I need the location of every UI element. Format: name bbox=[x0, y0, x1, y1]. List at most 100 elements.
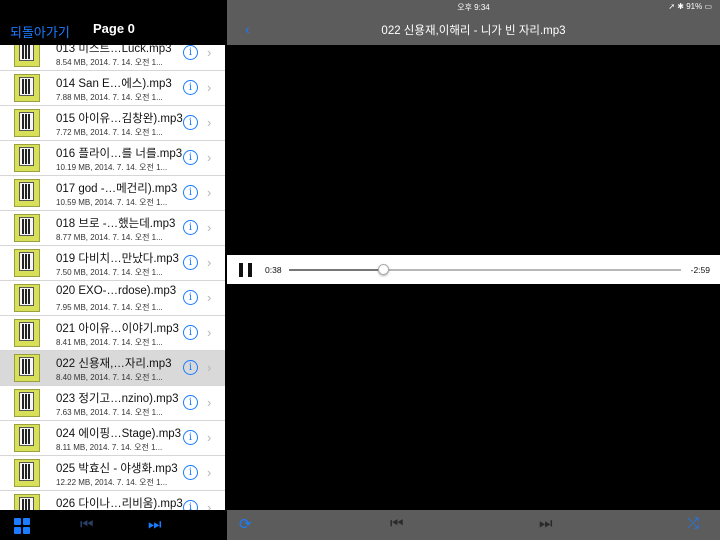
battery-percent: 91% bbox=[686, 2, 703, 11]
info-icon[interactable]: i bbox=[183, 465, 198, 480]
file-browser-pane: 013 미스트…Luck.mp3 8.54 MB, 2014. 7. 14. 오전… bbox=[0, 0, 225, 540]
chevron-right-icon: › bbox=[207, 220, 212, 235]
pause-icon[interactable] bbox=[239, 263, 253, 277]
elapsed-time: 0:38 bbox=[265, 265, 282, 275]
page-title: Page 0 bbox=[93, 21, 135, 36]
file-meta: 12.22 MB, 2014. 7. 14. 오전 1... bbox=[56, 478, 168, 487]
status-battery: ➚ ✱ 91% ▭ bbox=[668, 2, 712, 11]
audio-file-icon bbox=[14, 144, 40, 172]
info-icon[interactable]: i bbox=[183, 360, 198, 375]
file-name: 016 플라이…를 너를.mp3 bbox=[56, 148, 183, 160]
chevron-right-icon: › bbox=[207, 430, 212, 445]
file-row[interactable]: 016 플라이…를 너를.mp3 10.19 MB, 2014. 7. 14. 오… bbox=[0, 141, 225, 176]
audio-file-icon bbox=[14, 354, 40, 382]
file-meta: 8.54 MB, 2014. 7. 14. 오전 1... bbox=[56, 58, 163, 67]
info-icon[interactable]: i bbox=[183, 395, 198, 410]
audio-file-icon bbox=[14, 319, 40, 347]
progress-fill bbox=[289, 269, 384, 271]
status-time: 오후 9:34 bbox=[457, 3, 490, 12]
file-name: 020 EXO-…rdose).mp3 bbox=[56, 285, 177, 297]
file-name: 021 아이유…이야기.mp3 bbox=[56, 323, 179, 335]
file-row[interactable]: 021 아이유…이야기.mp3 8.41 MB, 2014. 7. 14. 오전 … bbox=[0, 316, 225, 351]
previous-track-icon[interactable]: ⏮ bbox=[80, 516, 94, 533]
file-name: 019 다비치…만났다.mp3 bbox=[56, 253, 179, 265]
status-bar: 오후 9:34 ➚ ✱ 91% ▭ bbox=[227, 0, 720, 14]
file-name: 024 에이핑…Stage).mp3 bbox=[56, 428, 182, 440]
chevron-right-icon: › bbox=[207, 115, 212, 130]
next-track-icon[interactable]: ⏭ bbox=[539, 515, 553, 532]
info-icon[interactable]: i bbox=[183, 255, 198, 270]
file-name: 015 아이유…김창완).mp3 bbox=[56, 113, 183, 125]
audio-file-icon bbox=[14, 214, 40, 242]
chevron-right-icon: › bbox=[207, 45, 212, 60]
file-row[interactable]: 018 브로 -…했는데.mp3 8.77 MB, 2014. 7. 14. 오전… bbox=[0, 211, 225, 246]
chevron-right-icon: › bbox=[207, 185, 212, 200]
file-row[interactable]: 025 박효신 - 야생화.mp3 12.22 MB, 2014. 7. 14. … bbox=[0, 456, 225, 491]
info-icon[interactable]: i bbox=[183, 430, 198, 445]
audio-file-icon bbox=[14, 74, 40, 102]
repeat-icon[interactable]: ⟳ bbox=[239, 515, 252, 533]
progress-track[interactable] bbox=[289, 264, 681, 275]
file-meta: 7.95 MB, 2014. 7. 14. 오전 1... bbox=[56, 303, 163, 312]
audio-file-icon bbox=[14, 249, 40, 277]
audio-file-icon bbox=[14, 459, 40, 487]
file-browser-toolbar: ⏮ ⏭ bbox=[0, 510, 225, 540]
playback-scrubber: 0:38 -2:59 bbox=[227, 255, 720, 284]
info-icon[interactable]: i bbox=[183, 150, 198, 165]
player-toolbar: ⟳ ⏮ ⏭ ⤮ bbox=[227, 510, 720, 540]
info-icon[interactable]: i bbox=[183, 80, 198, 95]
file-row[interactable]: 022 신용재,…자리.mp3 8.40 MB, 2014. 7. 14. 오전 … bbox=[0, 351, 225, 386]
chevron-right-icon: › bbox=[207, 80, 212, 95]
file-row[interactable]: 024 에이핑…Stage).mp3 8.11 MB, 2014. 7. 14. … bbox=[0, 421, 225, 456]
chevron-right-icon: › bbox=[207, 360, 212, 375]
file-meta: 8.41 MB, 2014. 7. 14. 오전 1... bbox=[56, 338, 163, 347]
file-row[interactable]: 014 San E…에스).mp3 7.88 MB, 2014. 7. 14. 오… bbox=[0, 71, 225, 106]
file-row[interactable]: 015 아이유…김창완).mp3 7.72 MB, 2014. 7. 14. 오전… bbox=[0, 106, 225, 141]
shuffle-icon[interactable]: ⤮ bbox=[687, 515, 699, 532]
player-pane: 오후 9:34 ➚ ✱ 91% ▭ ‹ 022 신용재,이해리 - 니가 빈 자… bbox=[227, 0, 720, 540]
remaining-time: -2:59 bbox=[690, 265, 710, 275]
back-button[interactable]: 되돌아가기 bbox=[10, 22, 70, 41]
file-name: 026 다이나…리비움).mp3 bbox=[56, 498, 183, 510]
file-meta: 10.59 MB, 2014. 7. 14. 오전 1... bbox=[56, 198, 168, 207]
audio-file-icon bbox=[14, 179, 40, 207]
progress-knob[interactable] bbox=[378, 264, 390, 275]
file-meta: 8.11 MB, 2014. 7. 14. 오전 1... bbox=[56, 443, 163, 452]
file-meta: 8.77 MB, 2014. 7. 14. 오전 1... bbox=[56, 233, 163, 242]
chevron-right-icon: › bbox=[207, 290, 212, 305]
file-row[interactable]: 019 다비치…만났다.mp3 7.50 MB, 2014. 7. 14. 오전 … bbox=[0, 246, 225, 281]
file-meta: 7.88 MB, 2014. 7. 14. 오전 1... bbox=[56, 93, 163, 102]
info-icon[interactable]: i bbox=[183, 185, 198, 200]
file-name: 017 god -…메건리).mp3 bbox=[56, 183, 178, 195]
chevron-right-icon: › bbox=[207, 325, 212, 340]
info-icon[interactable]: i bbox=[183, 45, 198, 60]
file-name: 014 San E…에스).mp3 bbox=[56, 78, 172, 90]
grid-view-icon[interactable] bbox=[14, 518, 31, 535]
file-meta: 7.72 MB, 2014. 7. 14. 오전 1... bbox=[56, 128, 163, 137]
file-meta: 7.63 MB, 2014. 7. 14. 오전 1... bbox=[56, 408, 163, 417]
audio-file-icon bbox=[14, 109, 40, 137]
file-name: 025 박효신 - 야생화.mp3 bbox=[56, 463, 178, 475]
previous-track-icon[interactable]: ⏮ bbox=[390, 515, 404, 532]
audio-file-icon bbox=[14, 389, 40, 417]
file-list: 013 미스트…Luck.mp3 8.54 MB, 2014. 7. 14. 오전… bbox=[0, 36, 225, 526]
track-title: 022 신용재,이해리 - 니가 빈 자리.mp3 bbox=[381, 25, 566, 37]
chevron-right-icon: › bbox=[207, 395, 212, 410]
file-row[interactable]: 017 god -…메건리).mp3 10.59 MB, 2014. 7. 14.… bbox=[0, 176, 225, 211]
chevron-right-icon: › bbox=[207, 255, 212, 270]
info-icon[interactable]: i bbox=[183, 220, 198, 235]
file-name: 022 신용재,…자리.mp3 bbox=[56, 358, 172, 370]
audio-file-icon bbox=[14, 424, 40, 452]
next-track-icon[interactable]: ⏭ bbox=[148, 516, 162, 533]
info-icon[interactable]: i bbox=[183, 290, 198, 305]
file-row[interactable]: 020 EXO-…rdose).mp3 7.95 MB, 2014. 7. 14.… bbox=[0, 281, 225, 316]
chevron-right-icon: › bbox=[207, 150, 212, 165]
audio-file-icon bbox=[14, 284, 40, 312]
file-name: 018 브로 -…했는데.mp3 bbox=[56, 218, 176, 230]
info-icon[interactable]: i bbox=[183, 115, 198, 130]
file-name: 023 정기고…nzino).mp3 bbox=[56, 393, 179, 405]
file-row[interactable]: 023 정기고…nzino).mp3 7.63 MB, 2014. 7. 14. … bbox=[0, 386, 225, 421]
chevron-right-icon: › bbox=[207, 465, 212, 480]
file-meta: 10.19 MB, 2014. 7. 14. 오전 1... bbox=[56, 163, 168, 172]
info-icon[interactable]: i bbox=[183, 325, 198, 340]
